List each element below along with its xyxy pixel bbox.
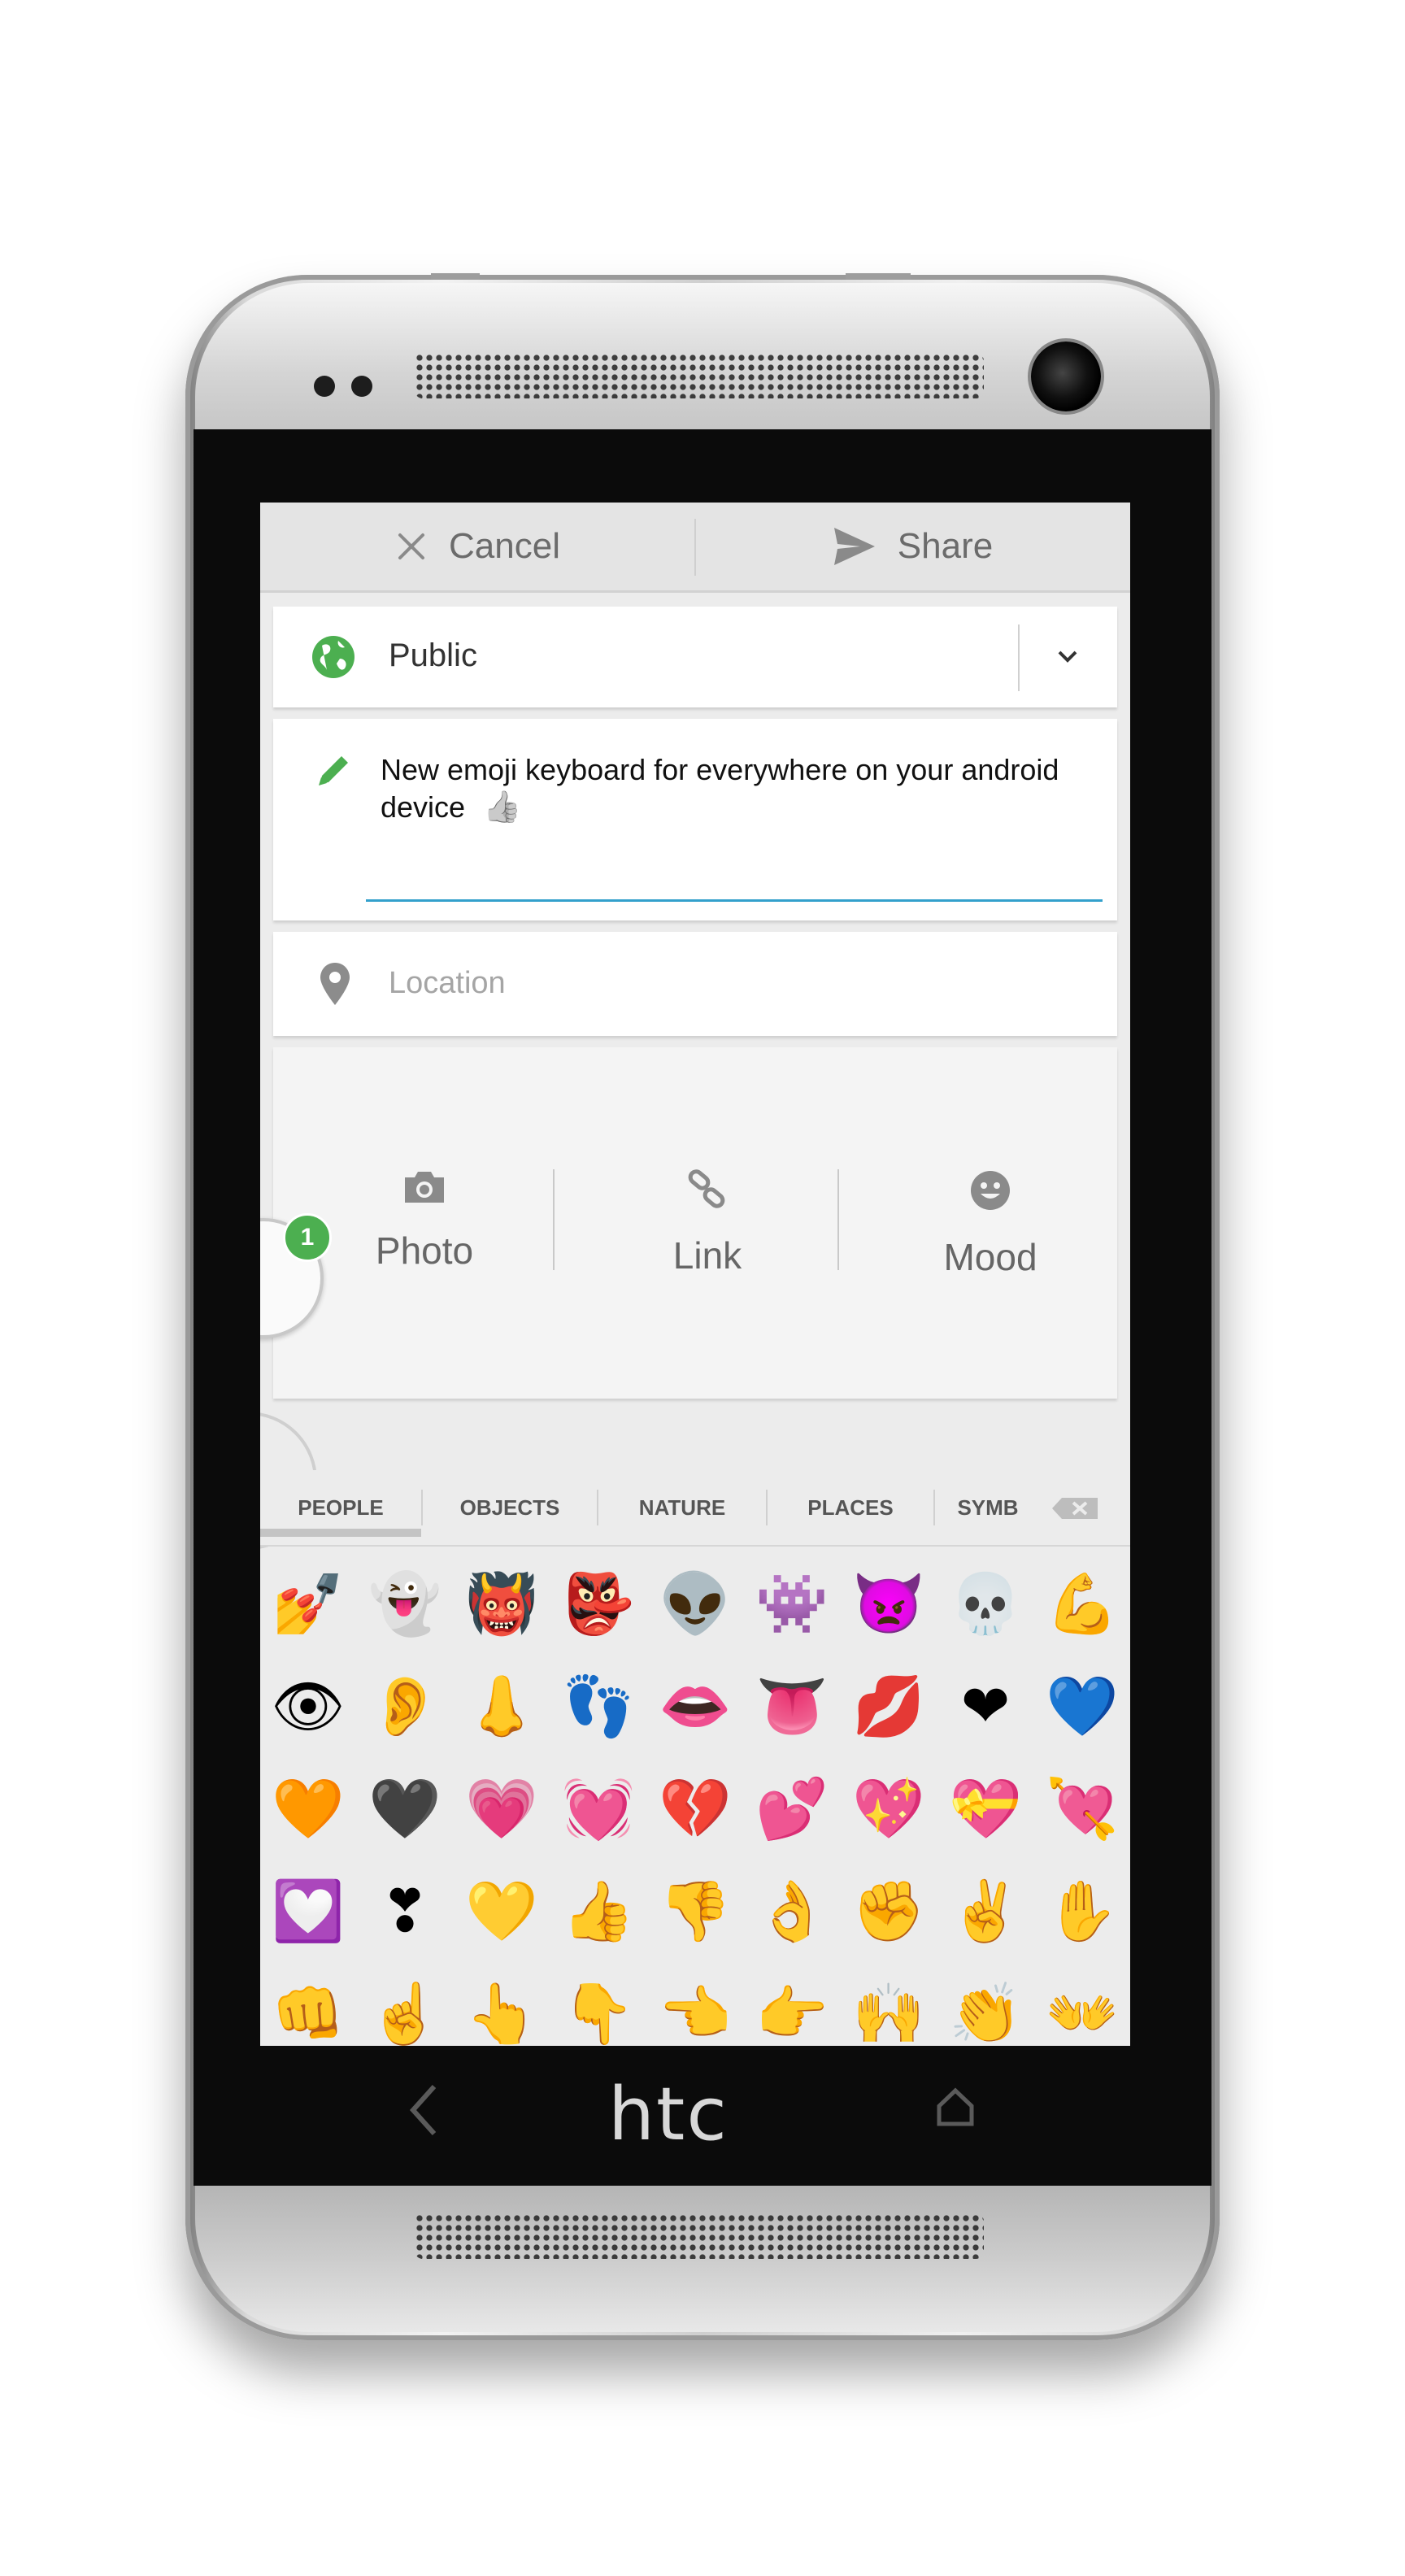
emoji-key[interactable]: ✌: [941, 1867, 1030, 1956]
audience-selector[interactable]: Public: [273, 607, 1117, 707]
emoji-key[interactable]: 💝: [941, 1764, 1030, 1854]
close-icon: [398, 533, 425, 559]
mood-button[interactable]: Mood: [868, 1169, 1112, 1279]
emoji-key[interactable]: 👾: [747, 1560, 837, 1649]
emoji-key[interactable]: 💕: [747, 1764, 837, 1854]
post-composer[interactable]: New emoji keyboard for everywhere on you…: [273, 719, 1117, 920]
tab-objects[interactable]: OBJECTS: [423, 1470, 597, 1545]
cancel-button[interactable]: Cancel: [260, 503, 695, 590]
cancel-label: Cancel: [449, 526, 560, 566]
emoji-key[interactable]: 👣: [554, 1662, 643, 1751]
photo-label: Photo: [375, 1229, 474, 1272]
front-camera: [1031, 342, 1101, 411]
send-icon: [833, 528, 875, 565]
share-button[interactable]: Share: [695, 503, 1130, 590]
emoji-key[interactable]: 👄: [650, 1662, 740, 1751]
tab-symbols[interactable]: SYMB: [935, 1470, 1041, 1545]
action-bar: Cancel Share: [260, 503, 1130, 593]
emoji-key[interactable]: 💛: [457, 1867, 546, 1956]
emoji-key[interactable]: 💖: [844, 1764, 933, 1854]
audience-label: Public: [389, 637, 477, 673]
emoji-key[interactable]: 👍: [554, 1867, 643, 1956]
top-speaker-grille: [415, 353, 984, 398]
emoji-key[interactable]: 👎: [650, 1867, 740, 1956]
share-label: Share: [897, 526, 994, 566]
emoji-key[interactable]: 💗: [457, 1764, 546, 1854]
emoji-key[interactable]: 👐: [1037, 1969, 1127, 2046]
location-pin-icon: [320, 963, 350, 1005]
location-placeholder: Location: [389, 966, 506, 1000]
emoji-key[interactable]: 💙: [1037, 1662, 1127, 1751]
backspace-icon[interactable]: [1050, 1496, 1099, 1521]
link-label: Link: [672, 1234, 742, 1277]
camera-icon: [405, 1172, 444, 1203]
tab-nature[interactable]: NATURE: [598, 1470, 766, 1545]
text-field-underline: [366, 899, 1103, 902]
ir-blaster: [846, 273, 911, 280]
back-icon[interactable]: [407, 2082, 439, 2139]
emoji-key[interactable]: ❣: [360, 1867, 450, 1956]
link-button[interactable]: Link: [585, 1169, 829, 1277]
emoji-key[interactable]: 💘: [1037, 1764, 1127, 1854]
emoji-key[interactable]: 👺: [554, 1560, 643, 1649]
emoji-key[interactable]: 💀: [941, 1560, 1030, 1649]
emoji-key[interactable]: 👁: [263, 1662, 353, 1751]
post-text-input[interactable]: New emoji keyboard for everywhere on you…: [381, 751, 1096, 826]
notification-badge: 1: [283, 1213, 332, 1262]
emoji-key[interactable]: 👃: [457, 1662, 546, 1751]
light-sensor: [351, 376, 372, 397]
photo-button[interactable]: Photo: [302, 1169, 546, 1273]
proximity-sensor: [314, 376, 335, 397]
emoji-key[interactable]: 🧡: [263, 1764, 353, 1854]
active-tab-indicator: [260, 1529, 421, 1537]
emoji-key[interactable]: 👂: [360, 1662, 450, 1751]
chevron-down-icon[interactable]: [1055, 647, 1080, 667]
attachment-options: Photo Link Mood: [273, 1047, 1117, 1399]
globe-icon: [312, 636, 355, 678]
emoji-grid: 💅 👻 👹 👺 👽 👾 👿 💀 💪 👁 👂 👃 👣 👄 👅 💋 ❤ 💙 🧡 🖤 💗 💓 💔 💕 💖 💝 💘 💟 ❣ 💛 👍 👎 👌 ✊ ✌ ✋ 👊 ☝ 👆 👇…: [260, 1553, 1130, 2043]
emoji-key[interactable]: 👿: [844, 1560, 933, 1649]
tab-places[interactable]: PLACES: [768, 1470, 933, 1545]
emoji-key[interactable]: ❤: [941, 1662, 1030, 1751]
emoji-key[interactable]: 👊: [263, 1969, 353, 2046]
emoji-key[interactable]: 🖤: [360, 1764, 450, 1854]
emoji-key[interactable]: 👇: [554, 1969, 643, 2046]
attach-divider: [553, 1169, 555, 1270]
emoji-key[interactable]: 👈: [650, 1969, 740, 2046]
emoji-key[interactable]: 💋: [844, 1662, 933, 1751]
home-icon[interactable]: [935, 2086, 976, 2127]
dropdown-divider: [1018, 624, 1020, 691]
emoji-key[interactable]: 👻: [360, 1560, 450, 1649]
bottom-speaker-grille: [415, 2213, 984, 2259]
power-button: [431, 273, 480, 280]
emoji-key[interactable]: 💪: [1037, 1560, 1127, 1649]
emoji-key[interactable]: 👉: [747, 1969, 837, 2046]
screen: Cancel Share Public New emoji keyboard f…: [260, 503, 1130, 2046]
attach-divider: [837, 1169, 839, 1270]
emoji-key[interactable]: ☝: [360, 1969, 450, 2046]
emoji-key[interactable]: ✋: [1037, 1867, 1127, 1956]
emoji-key[interactable]: 🙌: [844, 1969, 933, 2046]
pencil-icon: [319, 756, 348, 785]
emoji-key[interactable]: 👹: [457, 1560, 546, 1649]
link-icon: [688, 1169, 725, 1208]
htc-logo: htc: [608, 2072, 729, 2157]
emoji-key[interactable]: 👽: [650, 1560, 740, 1649]
emoji-key[interactable]: ✊: [844, 1867, 933, 1956]
emoji-key[interactable]: 💔: [650, 1764, 740, 1854]
emoji-key[interactable]: 💅: [263, 1560, 353, 1649]
mood-label: Mood: [943, 1236, 1037, 1278]
location-field[interactable]: Location: [273, 932, 1117, 1036]
emoji-key[interactable]: 👆: [457, 1969, 546, 2046]
emoji-key[interactable]: 👏: [941, 1969, 1030, 2046]
thumbs-up-emoji: 👍: [483, 790, 522, 825]
smiley-icon: [971, 1171, 1010, 1210]
emoji-key[interactable]: 👅: [747, 1662, 837, 1751]
emoji-key[interactable]: 👌: [747, 1867, 837, 1956]
emoji-key[interactable]: 💓: [554, 1764, 643, 1854]
emoji-key[interactable]: 💟: [263, 1867, 353, 1956]
